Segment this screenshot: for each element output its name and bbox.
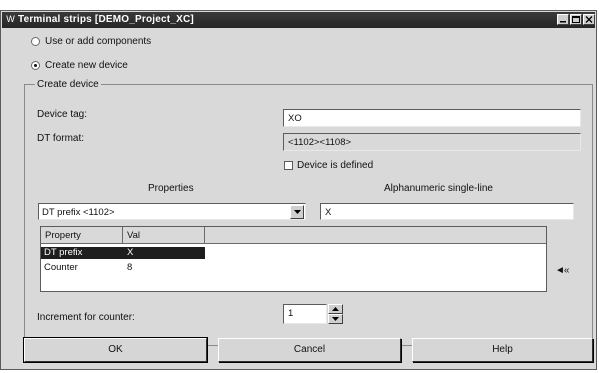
alphanumeric-header: Alphanumeric single-line xyxy=(384,183,493,194)
radio-create-new[interactable]: Create new device xyxy=(31,60,128,71)
title-bar[interactable]: W Terminal strips [DEMO_Project_XC] xyxy=(2,12,595,28)
app-icon: W xyxy=(6,14,15,24)
column-header-filler xyxy=(205,227,546,244)
column-header-property[interactable]: Property xyxy=(41,227,123,244)
device-defined-checkbox[interactable]: Device is defined xyxy=(284,160,373,171)
cell-property: Counter xyxy=(44,262,78,273)
property-table: Property Val DT prefix X Counter 8 xyxy=(40,226,547,292)
maximize-button[interactable] xyxy=(570,14,582,25)
cell-property: DT prefix xyxy=(44,247,83,258)
increment-label: Increment for counter: xyxy=(37,312,135,323)
increment-stepper[interactable]: 1 xyxy=(283,304,343,324)
minimize-button[interactable] xyxy=(557,14,569,25)
cell-value: X xyxy=(127,247,134,258)
help-button[interactable]: Help xyxy=(412,338,593,362)
window-title: Terminal strips [DEMO_Project_XC] xyxy=(18,14,194,25)
device-tag-label: Device tag: xyxy=(37,109,88,120)
alphanumeric-input[interactable]: X xyxy=(320,203,574,220)
dt-format-field: <1102><1108> xyxy=(283,133,581,151)
close-icon xyxy=(585,16,593,23)
radio-label: Use or add components xyxy=(45,36,152,47)
cell-value: 8 xyxy=(127,262,133,273)
cancel-button[interactable]: Cancel xyxy=(218,338,401,362)
increment-down-button[interactable] xyxy=(328,314,343,324)
radio-indicator xyxy=(31,61,40,70)
close-button[interactable] xyxy=(583,14,595,25)
chevron-up-icon xyxy=(332,307,339,311)
chevron-down-icon xyxy=(332,317,339,321)
ok-button[interactable]: OK xyxy=(23,337,208,363)
checkbox-box xyxy=(284,161,293,170)
table-row[interactable]: Counter 8 xyxy=(41,262,205,274)
group-title: Create device xyxy=(35,79,101,90)
property-select[interactable]: DT prefix <1102> xyxy=(38,203,306,220)
maximize-icon xyxy=(572,16,580,23)
table-row[interactable]: DT prefix X xyxy=(41,247,205,259)
dropdown-button[interactable] xyxy=(290,205,304,219)
increment-input[interactable]: 1 xyxy=(283,304,327,324)
increment-up-button[interactable] xyxy=(328,304,343,314)
checkbox-label: Device is defined xyxy=(297,160,374,171)
column-header-value[interactable]: Val xyxy=(123,227,205,244)
chevron-down-icon xyxy=(294,210,301,214)
radio-label: Create new device xyxy=(45,60,128,71)
radio-indicator xyxy=(31,37,40,46)
device-tag-input[interactable]: XO xyxy=(283,109,581,127)
radio-use-existing[interactable]: Use or add components xyxy=(31,36,151,47)
minimize-icon xyxy=(560,21,566,23)
dt-format-label: DT format: xyxy=(37,133,85,144)
selected-property: DT prefix <1102> xyxy=(42,207,115,218)
properties-header: Properties xyxy=(148,183,194,194)
apply-arrow-icon[interactable]: ◄« xyxy=(555,265,570,276)
